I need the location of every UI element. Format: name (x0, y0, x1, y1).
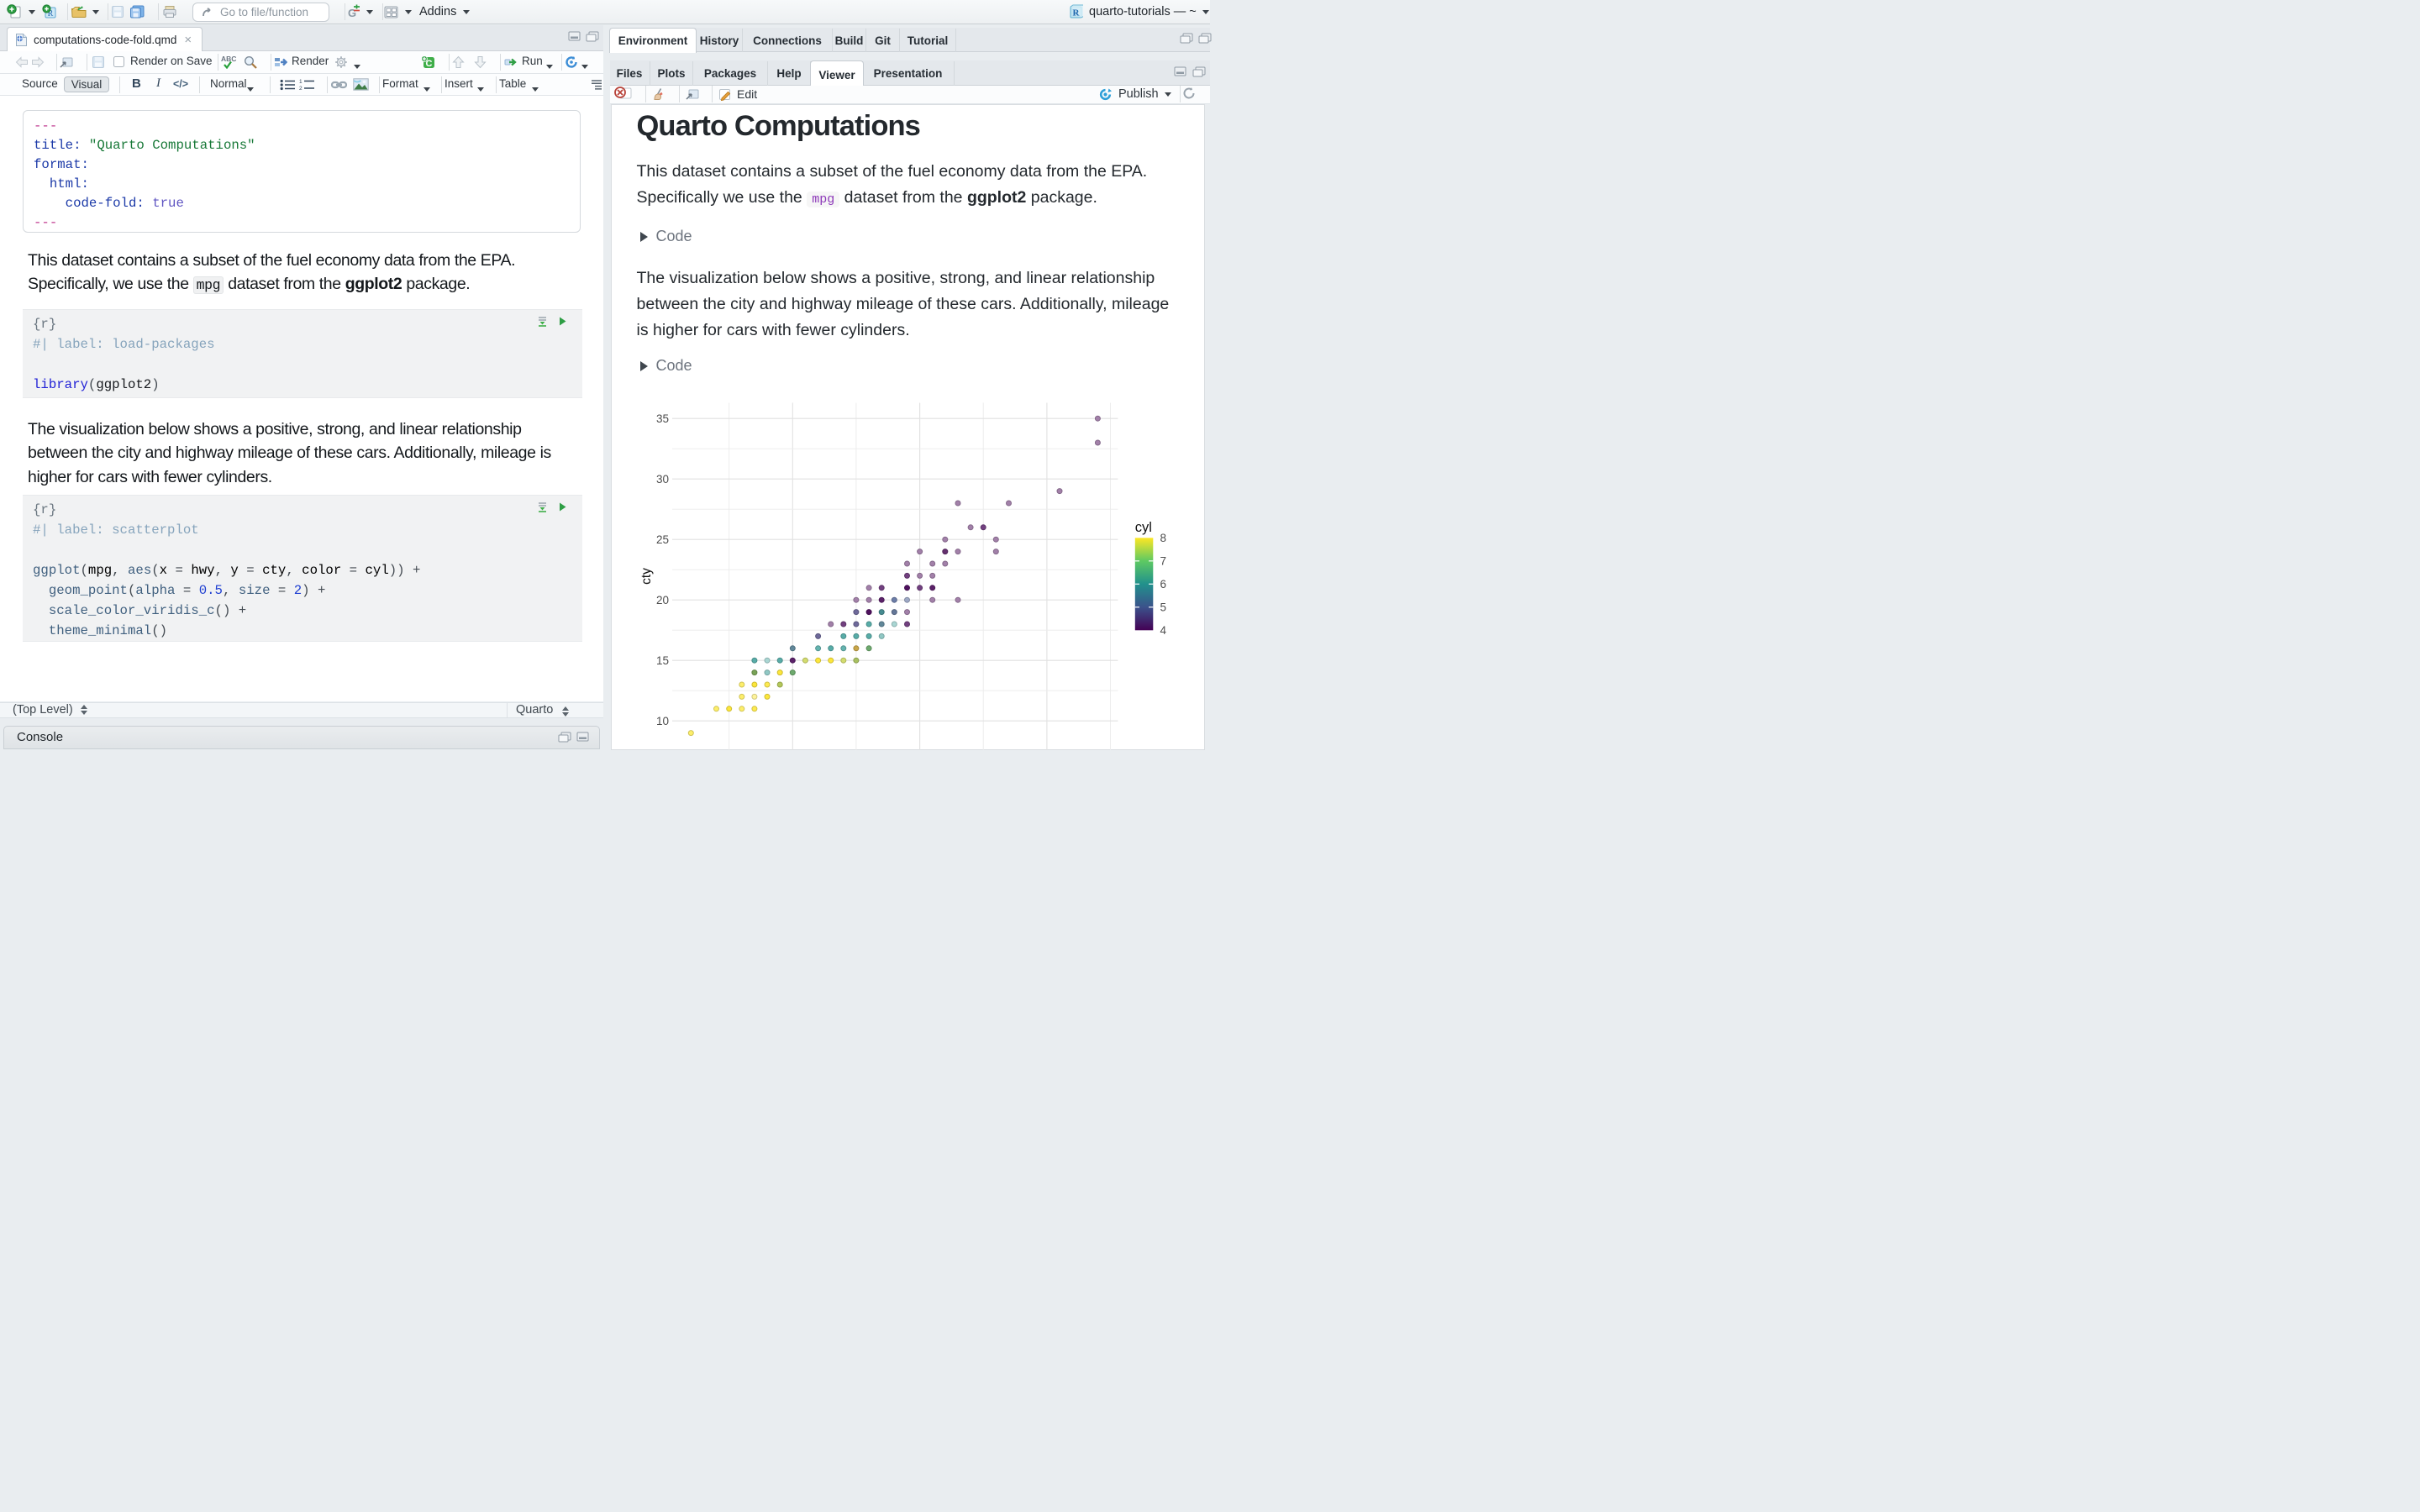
svg-text:6: 6 (1160, 578, 1167, 591)
svg-text:30: 30 (656, 473, 669, 486)
svg-text:4: 4 (1160, 624, 1167, 637)
svg-text:cyl: cyl (1135, 520, 1152, 535)
svg-text:8: 8 (1160, 532, 1167, 544)
svg-text:G: G (348, 7, 356, 19)
svg-text:5: 5 (1160, 601, 1167, 614)
svg-text:ABC: ABC (221, 55, 236, 63)
svg-text:2: 2 (299, 86, 302, 91)
svg-text:15: 15 (656, 654, 669, 667)
svg-text:35: 35 (656, 412, 669, 425)
svg-text:cty: cty (639, 568, 654, 585)
svg-text:20: 20 (656, 594, 669, 606)
svg-text:10: 10 (656, 715, 669, 727)
svg-text:7: 7 (1160, 555, 1167, 568)
svg-text:R: R (1073, 8, 1081, 18)
svg-text:1: 1 (299, 79, 302, 85)
svg-text:25: 25 (656, 533, 669, 546)
